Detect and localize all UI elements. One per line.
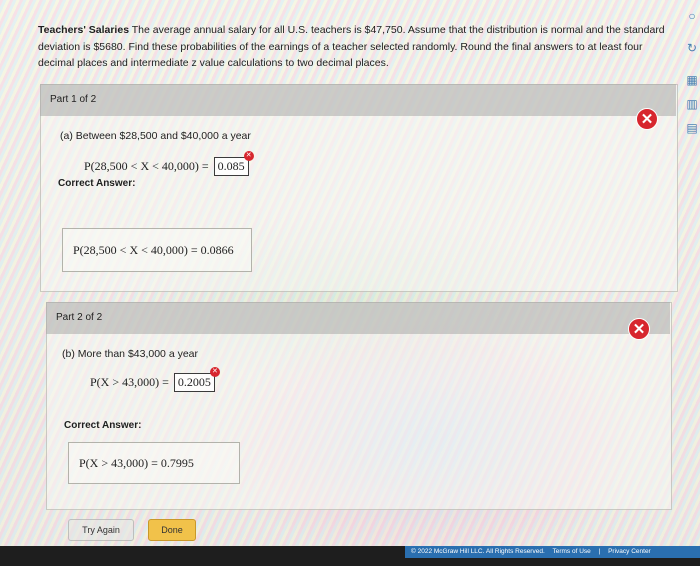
part1-expression: P(28,500 < X < 40,000) = [84, 159, 209, 173]
footer-copyright: © 2022 McGraw Hill LLC. All Rights Reser… [411, 548, 545, 555]
part1-correct-answer-box: P(28,500 < X < 40,000) = 0.0866 [62, 228, 252, 272]
part1-answer-field[interactable]: 0.085 ✕ [213, 151, 254, 176]
footer-separator: | [598, 548, 601, 555]
part1-expression-row: P(28,500 < X < 40,000) = 0.085 ✕ [84, 151, 254, 176]
question-body: The average annual salary for all U.S. t… [38, 24, 665, 69]
part1-incorrect-x-icon: ✕ [636, 108, 658, 130]
part1-prompt: (a) Between $28,500 and $40,000 a year [60, 130, 251, 142]
part1-header: Part 1 of 2 [40, 84, 676, 116]
part1-correct-label: Correct Answer: [58, 178, 136, 189]
part2-header-label: Part 2 of 2 [56, 312, 103, 323]
part2-header: Part 2 of 2 [46, 302, 670, 334]
part2-incorrect-x-icon: ✕ [628, 318, 650, 340]
part1-header-label: Part 1 of 2 [50, 94, 97, 105]
footer-bar: © 2022 McGraw Hill LLC. All Rights Reser… [405, 546, 700, 558]
part1-answer-value: 0.085 [217, 159, 245, 173]
footer-privacy-link[interactable]: Privacy Center [608, 548, 651, 555]
part1-error-dot-icon: ✕ [243, 151, 254, 161]
refresh-icon[interactable]: ↻ [684, 40, 700, 56]
chart-icon[interactable]: ▥ [684, 96, 700, 112]
calculator-icon[interactable]: ▦ [684, 72, 700, 88]
footer-terms-link[interactable]: Terms of Use [552, 548, 590, 555]
question-text: Teachers' Salaries The average annual sa… [38, 22, 666, 72]
circle-icon[interactable]: ○ [684, 8, 700, 24]
part2-expression: P(X > 43,000) = [90, 375, 169, 389]
part2-correct-label: Correct Answer: [64, 420, 142, 431]
right-toolbar: ○ ↻ ▦ ▥ ▤ [682, 0, 700, 160]
question-title: Teachers' Salaries [38, 24, 130, 36]
part2-expression-row: P(X > 43,000) = 0.2005 ✕ [90, 367, 220, 392]
screen: Teachers' Salaries The average annual sa… [0, 0, 700, 566]
part2-prompt: (b) More than $43,000 a year [62, 348, 198, 360]
part2-answer-value: 0.2005 [177, 375, 211, 389]
done-button[interactable]: Done [148, 519, 196, 541]
table-icon[interactable]: ▤ [684, 120, 700, 136]
part1-correct-answer: P(28,500 < X < 40,000) = 0.0866 [73, 242, 234, 257]
try-again-button[interactable]: Try Again [68, 519, 134, 541]
part2-correct-answer: P(X > 43,000) = 0.7995 [79, 455, 194, 470]
part2-error-dot-icon: ✕ [209, 367, 220, 377]
part2-answer-field[interactable]: 0.2005 ✕ [173, 367, 220, 392]
part2-correct-answer-box: P(X > 43,000) = 0.7995 [68, 442, 240, 484]
